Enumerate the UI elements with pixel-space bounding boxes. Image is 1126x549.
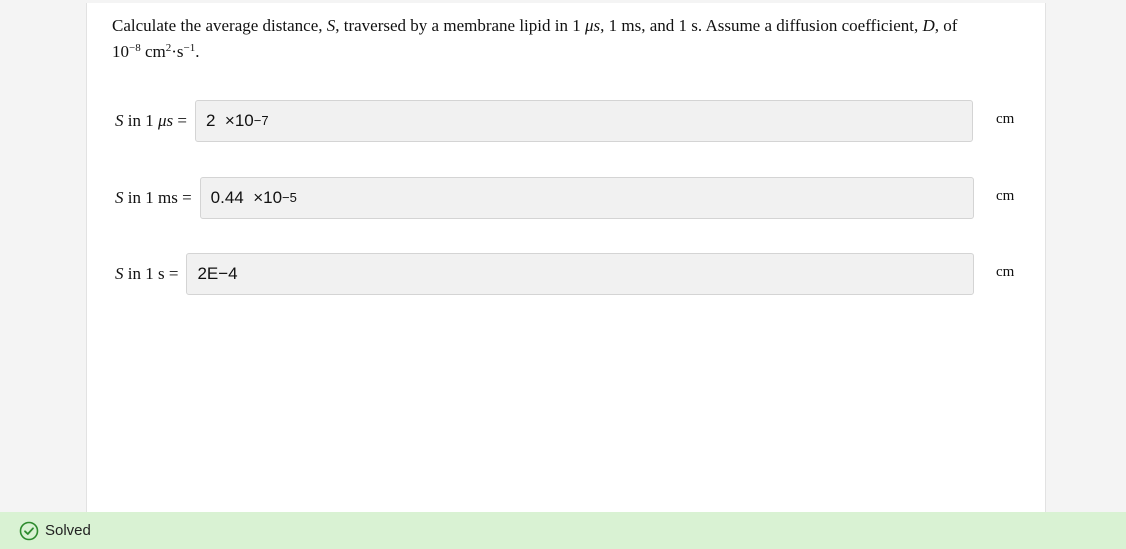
status-text: Solved [45,522,91,539]
answer-input-millisecond[interactable]: 0.44 ×10 −5 [199,177,974,219]
label-variable: S [115,111,124,130]
answer-row-second: S in 1 s = 2E−4 [115,252,975,296]
question-card: Calculate the average distance, S, trave… [86,3,1046,515]
status-bar: Solved [0,512,1126,549]
label-text: in 1 [123,264,158,283]
label-unit: s [157,264,165,283]
question-suffix: , of [934,16,958,35]
answer-mantissa: 2 ×10 [205,111,254,130]
answer-value: 2E−4 [197,264,238,283]
label-equals: = [177,188,192,207]
question-text: Calculate the average distance, S, trave… [112,13,1022,65]
answer-label-second: S in 1 s = [115,264,178,284]
variable-s: S [326,16,336,35]
question-middle: , traversed by a membrane lipid in 1 [335,16,585,35]
label-text: in 1 [123,111,158,130]
answer-label-microsecond: S in 1 μs = [115,111,187,131]
coefficient-unit-s: ·s [171,42,184,61]
label-variable: S [115,188,124,207]
question-end: . [195,42,200,61]
variable-d: D [922,16,935,35]
question-times: , 1 ms, and 1 s. Assume a diffusion coef… [600,16,923,35]
answer-row-microsecond: S in 1 μs = 2 ×10 −7 [115,99,973,143]
unit-label-second: cm [996,264,1015,280]
unit-label-microsecond: cm [996,111,1015,127]
label-variable: S [115,264,124,283]
coefficient-exponent: −8 [129,42,141,54]
label-text: in 1 [123,188,158,207]
check-circle-icon [19,521,39,541]
answer-input-microsecond[interactable]: 2 ×10 −7 [194,100,973,142]
label-unit: μs [157,111,174,130]
coefficient-base: 10 [112,42,129,61]
answer-row-millisecond: S in 1 ms = 0.44 ×10 −5 [115,176,974,220]
answer-mantissa: 0.44 ×10 [210,188,283,207]
unit-label-millisecond: cm [996,188,1015,204]
label-equals: = [173,111,187,130]
answer-input-second[interactable]: 2E−4 [186,253,975,295]
answer-label-millisecond: S in 1 ms = [115,188,192,208]
coefficient-unit-s-exponent: −1 [183,42,196,54]
question-prefix: Calculate the average distance, [112,16,327,35]
label-equals: = [164,264,179,283]
label-unit: ms [157,188,178,207]
unit-microsecond: μs [584,16,601,35]
coefficient-unit-cm: cm [140,42,166,61]
